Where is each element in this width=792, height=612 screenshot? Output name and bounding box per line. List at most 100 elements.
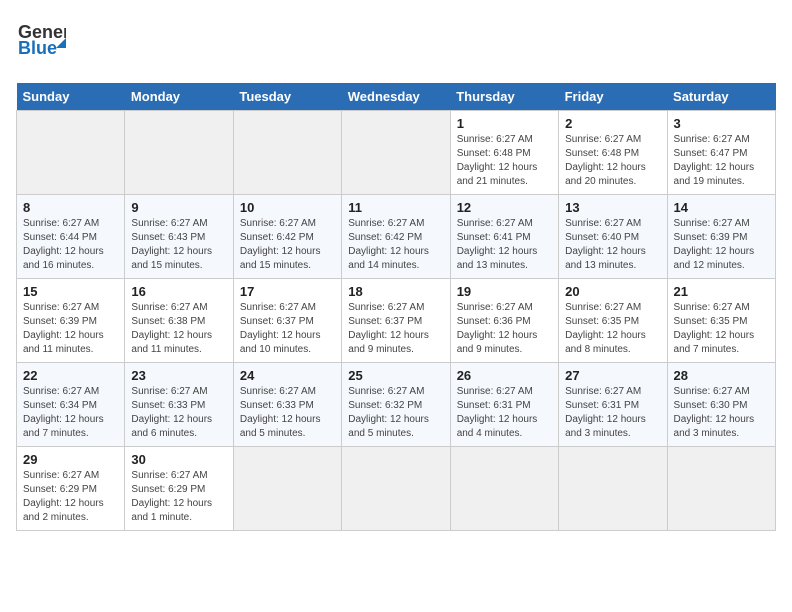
day-cell-18: 18 Sunrise: 6:27 AM Sunset: 6:37 PM Dayli… — [342, 279, 450, 363]
day-number: 17 — [240, 284, 335, 299]
day-cell-19: 19 Sunrise: 6:27 AM Sunset: 6:36 PM Dayli… — [450, 279, 558, 363]
day-number: 15 — [23, 284, 118, 299]
calendar-week-1: 1 Sunrise: 6:27 AM Sunset: 6:48 PM Daylig… — [17, 111, 776, 195]
col-header-sunday: Sunday — [17, 83, 125, 111]
day-number: 11 — [348, 200, 443, 215]
col-header-monday: Monday — [125, 83, 233, 111]
day-number: 16 — [131, 284, 226, 299]
day-number: 29 — [23, 452, 118, 467]
day-number: 14 — [674, 200, 769, 215]
day-cell-12: 12 Sunrise: 6:27 AM Sunset: 6:41 PM Dayli… — [450, 195, 558, 279]
day-number: 9 — [131, 200, 226, 215]
day-cell-8: 8 Sunrise: 6:27 AM Sunset: 6:44 PM Daylig… — [17, 195, 125, 279]
day-number: 30 — [131, 452, 226, 467]
day-number: 12 — [457, 200, 552, 215]
day-cell-27: 27 Sunrise: 6:27 AM Sunset: 6:31 PM Dayli… — [559, 363, 667, 447]
day-info: Sunrise: 6:27 AM Sunset: 6:33 PM Dayligh… — [131, 385, 226, 441]
day-cell-11: 11 Sunrise: 6:27 AM Sunset: 6:42 PM Dayli… — [342, 195, 450, 279]
day-number: 3 — [674, 116, 769, 131]
day-cell-9: 9 Sunrise: 6:27 AM Sunset: 6:43 PM Daylig… — [125, 195, 233, 279]
day-cell-22: 22 Sunrise: 6:27 AM Sunset: 6:34 PM Dayli… — [17, 363, 125, 447]
day-info: Sunrise: 6:27 AM Sunset: 6:41 PM Dayligh… — [457, 217, 552, 273]
day-cell-16: 16 Sunrise: 6:27 AM Sunset: 6:38 PM Dayli… — [125, 279, 233, 363]
logo-icon: General Blue — [16, 16, 66, 66]
day-info: Sunrise: 6:27 AM Sunset: 6:33 PM Dayligh… — [240, 385, 335, 441]
day-number: 20 — [565, 284, 660, 299]
day-info: Sunrise: 6:27 AM Sunset: 6:42 PM Dayligh… — [348, 217, 443, 273]
day-info: Sunrise: 6:27 AM Sunset: 6:39 PM Dayligh… — [674, 217, 769, 273]
empty-cell — [233, 447, 341, 531]
day-cell-21: 21 Sunrise: 6:27 AM Sunset: 6:35 PM Dayli… — [667, 279, 775, 363]
logo: General Blue — [16, 16, 66, 71]
day-info: Sunrise: 6:27 AM Sunset: 6:39 PM Dayligh… — [23, 301, 118, 357]
day-number: 21 — [674, 284, 769, 299]
day-cell-28: 28 Sunrise: 6:27 AM Sunset: 6:30 PM Dayli… — [667, 363, 775, 447]
col-header-thursday: Thursday — [450, 83, 558, 111]
day-number: 25 — [348, 368, 443, 383]
calendar-week-5: 29 Sunrise: 6:27 AM Sunset: 6:29 PM Dayli… — [17, 447, 776, 531]
day-info: Sunrise: 6:27 AM Sunset: 6:48 PM Dayligh… — [457, 133, 552, 189]
day-info: Sunrise: 6:27 AM Sunset: 6:44 PM Dayligh… — [23, 217, 118, 273]
empty-cell — [342, 447, 450, 531]
day-info: Sunrise: 6:27 AM Sunset: 6:43 PM Dayligh… — [131, 217, 226, 273]
day-number: 22 — [23, 368, 118, 383]
calendar-table: SundayMondayTuesdayWednesdayThursdayFrid… — [16, 83, 776, 531]
day-cell-17: 17 Sunrise: 6:27 AM Sunset: 6:37 PM Dayli… — [233, 279, 341, 363]
col-header-wednesday: Wednesday — [342, 83, 450, 111]
day-cell-15: 15 Sunrise: 6:27 AM Sunset: 6:39 PM Dayli… — [17, 279, 125, 363]
day-cell-26: 26 Sunrise: 6:27 AM Sunset: 6:31 PM Dayli… — [450, 363, 558, 447]
day-number: 10 — [240, 200, 335, 215]
day-info: Sunrise: 6:27 AM Sunset: 6:35 PM Dayligh… — [565, 301, 660, 357]
calendar-week-4: 22 Sunrise: 6:27 AM Sunset: 6:34 PM Dayli… — [17, 363, 776, 447]
day-number: 24 — [240, 368, 335, 383]
empty-cell — [559, 447, 667, 531]
day-number: 19 — [457, 284, 552, 299]
day-cell-13: 13Sunrise: 6:27 AM Sunset: 6:40 PM Dayli… — [559, 195, 667, 279]
day-cell-20: 20 Sunrise: 6:27 AM Sunset: 6:35 PM Dayli… — [559, 279, 667, 363]
day-info: Sunrise: 6:27 AM Sunset: 6:42 PM Dayligh… — [240, 217, 335, 273]
day-info: Sunrise: 6:27 AM Sunset: 6:37 PM Dayligh… — [240, 301, 335, 357]
day-info: Sunrise: 6:27 AM Sunset: 6:31 PM Dayligh… — [565, 385, 660, 441]
day-info: Sunrise: 6:27 AM Sunset: 6:38 PM Dayligh… — [131, 301, 226, 357]
day-number: 23 — [131, 368, 226, 383]
day-info: Sunrise: 6:27 AM Sunset: 6:31 PM Dayligh… — [457, 385, 552, 441]
day-info: Sunrise: 6:27 AM Sunset: 6:47 PM Dayligh… — [674, 133, 769, 189]
day-info: Sunrise: 6:27 AM Sunset: 6:37 PM Dayligh… — [348, 301, 443, 357]
day-number: 2 — [565, 116, 660, 131]
day-cell-25: 25 Sunrise: 6:27 AM Sunset: 6:32 PM Dayli… — [342, 363, 450, 447]
day-cell-30: 30 Sunrise: 6:27 AM Sunset: 6:29 PM Dayli… — [125, 447, 233, 531]
day-cell-23: 23 Sunrise: 6:27 AM Sunset: 6:33 PM Dayli… — [125, 363, 233, 447]
col-header-friday: Friday — [559, 83, 667, 111]
day-cell-1: 1 Sunrise: 6:27 AM Sunset: 6:48 PM Daylig… — [450, 111, 558, 195]
day-info: Sunrise: 6:27 AM Sunset: 6:48 PM Dayligh… — [565, 133, 660, 189]
empty-cell — [17, 111, 125, 195]
day-cell-10: 10 Sunrise: 6:27 AM Sunset: 6:42 PM Dayli… — [233, 195, 341, 279]
svg-text:Blue: Blue — [18, 38, 57, 58]
day-cell-29: 29 Sunrise: 6:27 AM Sunset: 6:29 PM Dayli… — [17, 447, 125, 531]
day-cell-14: 14 Sunrise: 6:27 AM Sunset: 6:39 PM Dayli… — [667, 195, 775, 279]
col-header-saturday: Saturday — [667, 83, 775, 111]
day-number: 27 — [565, 368, 660, 383]
page-header: General Blue — [16, 16, 776, 71]
day-number: 18 — [348, 284, 443, 299]
empty-cell — [233, 111, 341, 195]
day-cell-24: 24 Sunrise: 6:27 AM Sunset: 6:33 PM Dayli… — [233, 363, 341, 447]
empty-cell — [450, 447, 558, 531]
day-number: 1 — [457, 116, 552, 131]
day-number: 13 — [565, 200, 660, 215]
day-info: Sunrise: 6:27 AM Sunset: 6:30 PM Dayligh… — [674, 385, 769, 441]
calendar-week-3: 15 Sunrise: 6:27 AM Sunset: 6:39 PM Dayli… — [17, 279, 776, 363]
day-number: 28 — [674, 368, 769, 383]
empty-cell — [667, 447, 775, 531]
day-info: Sunrise: 6:27 AM Sunset: 6:29 PM Dayligh… — [23, 469, 118, 525]
empty-cell — [342, 111, 450, 195]
calendar-week-2: 8 Sunrise: 6:27 AM Sunset: 6:44 PM Daylig… — [17, 195, 776, 279]
day-info: Sunrise: 6:27 AM Sunset: 6:34 PM Dayligh… — [23, 385, 118, 441]
day-info: Sunrise: 6:27 AM Sunset: 6:35 PM Dayligh… — [674, 301, 769, 357]
day-info: Sunrise: 6:27 AM Sunset: 6:36 PM Dayligh… — [457, 301, 552, 357]
day-info: Sunrise: 6:27 AM Sunset: 6:32 PM Dayligh… — [348, 385, 443, 441]
day-number: 8 — [23, 200, 118, 215]
empty-cell — [125, 111, 233, 195]
day-number: 26 — [457, 368, 552, 383]
day-info: Sunrise: 6:27 AM Sunset: 6:29 PM Dayligh… — [131, 469, 226, 525]
